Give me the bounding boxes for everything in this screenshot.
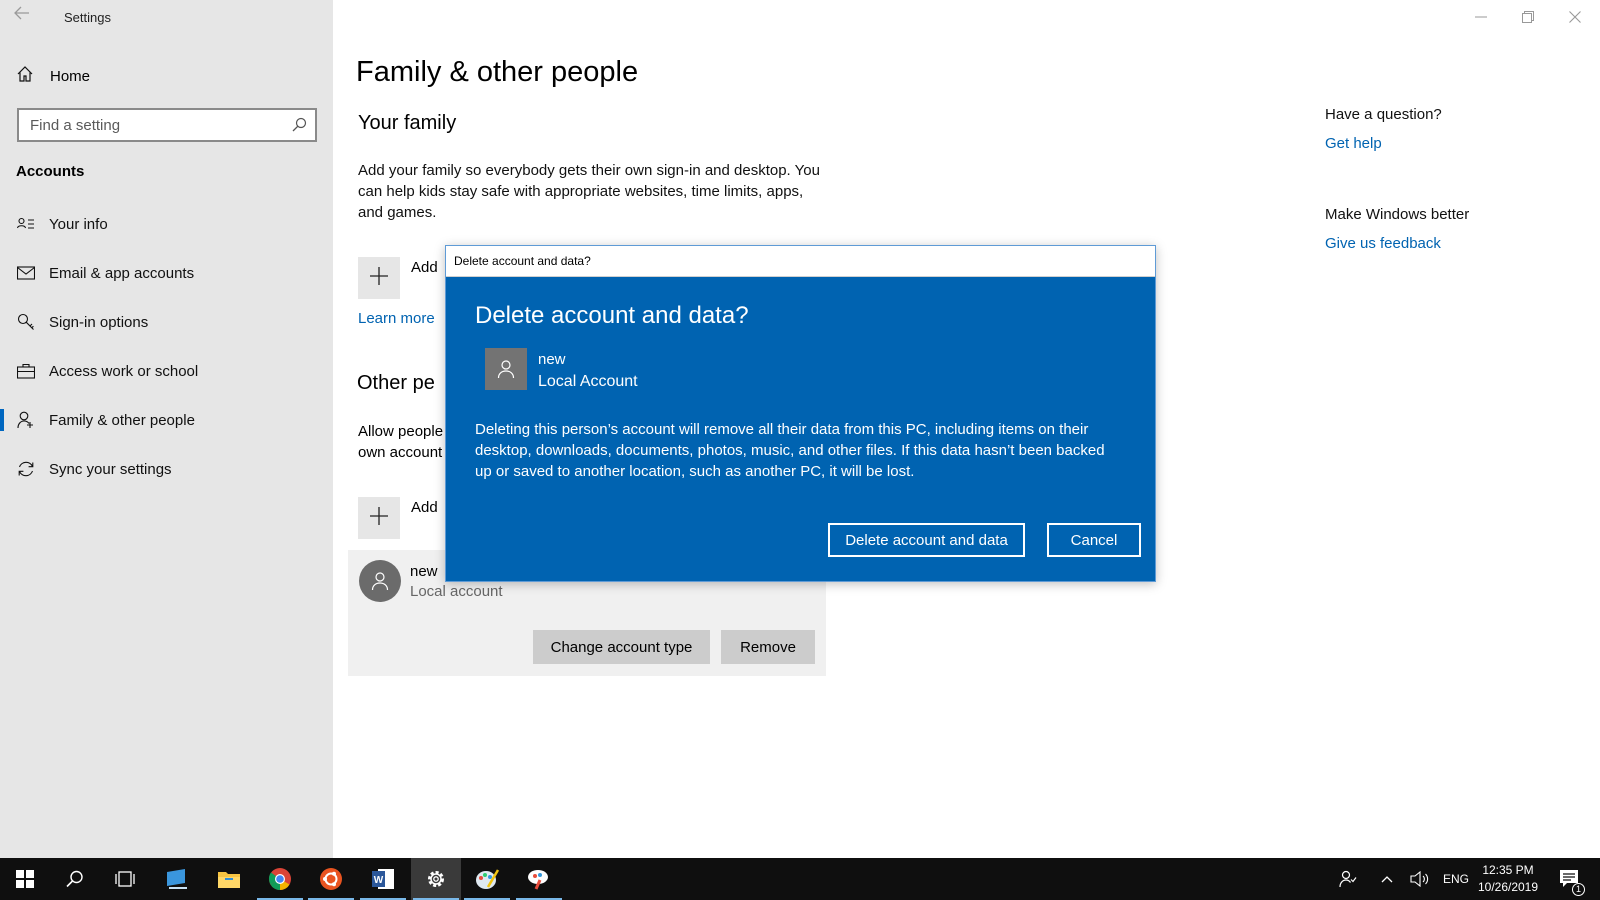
app-icon[interactable]: [152, 858, 202, 900]
briefcase-icon: [16, 361, 36, 381]
contact-card-icon: [16, 214, 36, 234]
restore-icon[interactable]: [1513, 6, 1543, 28]
learn-more-link[interactable]: Learn more: [358, 310, 435, 327]
home-label: Home: [50, 67, 91, 85]
paint-3d-icon[interactable]: [514, 858, 564, 900]
sidebar-item-access-work[interactable]: Access work or school: [0, 354, 333, 388]
volume-icon[interactable]: [1407, 858, 1433, 900]
sidebar-item-sync[interactable]: Sync your settings: [0, 452, 333, 486]
settings-gear-icon[interactable]: [411, 858, 461, 900]
language-indicator[interactable]: ENG: [1441, 858, 1471, 900]
task-view-icon[interactable]: [100, 858, 150, 900]
search-box[interactable]: [17, 108, 317, 142]
notification-icon[interactable]: 1: [1553, 858, 1587, 900]
search-icon[interactable]: [50, 858, 100, 900]
sidebar-item-label: Sign-in options: [49, 313, 149, 331]
people-icon[interactable]: [1334, 858, 1362, 900]
add-family-member-label[interactable]: Add: [411, 259, 438, 276]
windows-start-icon[interactable]: [0, 858, 50, 900]
key-icon: [16, 312, 36, 332]
page-title: Family & other people: [356, 56, 639, 88]
sidebar: Settings Home Accounts Your info Email &…: [0, 0, 333, 858]
other-people-heading: Other pe: [357, 372, 435, 394]
chrome-icon[interactable]: [255, 858, 305, 900]
cancel-button[interactable]: Cancel: [1047, 523, 1141, 557]
plus-icon: [370, 266, 388, 290]
dialog-titlebar: Delete account and data?: [446, 246, 1155, 277]
add-family-member-button[interactable]: [358, 257, 400, 299]
section-title-accounts: Accounts: [16, 163, 85, 180]
paint-icon[interactable]: [462, 858, 512, 900]
other-people-description: Allow people own account: [358, 423, 444, 461]
taskbar: W ENG 12:35 PM 10/26/2019 1: [0, 858, 1600, 900]
sidebar-item-label: Sync your settings: [49, 460, 172, 478]
dialog-message: Deleting this person’s account will remo…: [475, 421, 1105, 480]
get-help-link[interactable]: Get help: [1325, 135, 1382, 152]
sidebar-item-label: Email & app accounts: [49, 264, 195, 282]
have-a-question-heading: Have a question?: [1325, 106, 1442, 123]
delete-account-and-data-button[interactable]: Delete account and data: [828, 523, 1025, 557]
home-nav-item[interactable]: Home: [16, 63, 90, 89]
minimize-icon[interactable]: [1466, 6, 1496, 28]
add-other-person-label[interactable]: Add: [411, 499, 438, 516]
ubuntu-icon[interactable]: [306, 858, 356, 900]
delete-account-dialog: Delete account and data? Delete account …: [445, 245, 1156, 582]
dialog-heading: Delete account and data?: [475, 302, 749, 329]
clock[interactable]: 12:35 PM 10/26/2019: [1470, 862, 1546, 896]
mail-icon: [16, 263, 36, 283]
person-add-icon: [16, 410, 36, 430]
remove-button[interactable]: Remove: [721, 630, 815, 664]
app-title: Settings: [64, 10, 111, 25]
close-icon[interactable]: [1560, 6, 1590, 28]
clock-date: 10/26/2019: [1477, 880, 1539, 894]
sidebar-item-your-info[interactable]: Your info: [0, 207, 333, 241]
avatar: [359, 560, 401, 602]
dialog-user-name: new: [538, 351, 566, 368]
sidebar-item-sign-in-options[interactable]: Sign-in options: [0, 305, 333, 339]
search-icon[interactable]: [291, 117, 307, 138]
search-input[interactable]: [19, 110, 315, 140]
sidebar-item-label: Family & other people: [49, 411, 195, 429]
change-account-type-button[interactable]: Change account type: [533, 630, 710, 664]
give-feedback-link[interactable]: Give us feedback: [1325, 235, 1441, 252]
add-other-person-button[interactable]: [358, 497, 400, 539]
user-account-type: Local account: [410, 583, 503, 600]
sync-icon: [16, 459, 36, 479]
family-description: Add your family so everybody gets their …: [358, 162, 820, 221]
file-explorer-icon[interactable]: [204, 858, 254, 900]
svg-text:W: W: [374, 875, 384, 886]
back-arrow-icon[interactable]: [14, 6, 38, 26]
your-family-heading: Your family: [358, 112, 457, 134]
home-icon: [16, 65, 34, 88]
dialog-account-type: Local Account: [538, 373, 638, 390]
plus-icon: [370, 506, 388, 530]
clock-time: 12:35 PM: [1482, 863, 1534, 877]
sidebar-item-label: Your info: [49, 215, 108, 233]
notification-count: 1: [1572, 883, 1585, 896]
chevron-up-icon[interactable]: [1376, 858, 1398, 900]
sidebar-item-family[interactable]: Family & other people: [0, 403, 333, 437]
user-name: new: [410, 563, 438, 580]
word-icon[interactable]: W: [358, 858, 408, 900]
make-windows-better-heading: Make Windows better: [1325, 206, 1470, 223]
avatar: [485, 348, 527, 390]
sidebar-item-label: Access work or school: [49, 362, 199, 380]
sidebar-item-email[interactable]: Email & app accounts: [0, 256, 333, 290]
